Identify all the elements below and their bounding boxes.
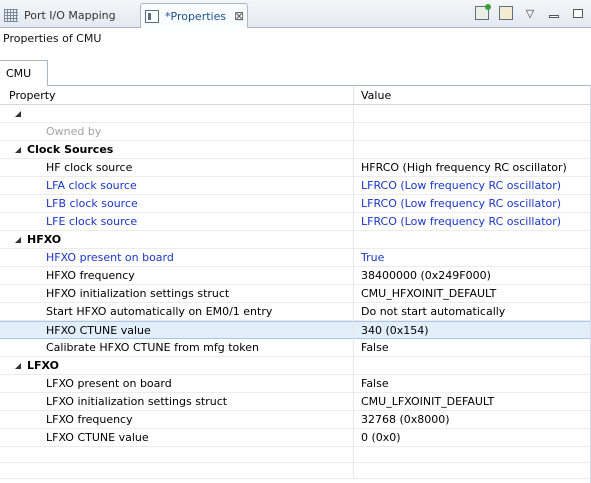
property-cell: LFB clock source <box>0 194 354 213</box>
property-label: LFXO frequency <box>46 413 133 426</box>
property-label: LFB clock source <box>46 197 138 210</box>
expand-toggle-icon[interactable] <box>13 109 22 118</box>
table-row[interactable]: LFE clock source LFRCO (Low frequency RC … <box>0 212 590 231</box>
property-cell: HFXO initialization settings struct <box>0 284 354 303</box>
property-cell: Start HFXO automatically on EM0/1 entry <box>0 302 354 321</box>
property-value[interactable]: LFRCO (Low frequency RC oscillator) <box>354 215 590 228</box>
table-row[interactable]: LFXO CTUNE value 0 (0x0) <box>0 428 590 447</box>
property-cell: HFXO frequency <box>0 266 354 285</box>
table-row[interactable]: HFXO CTUNE value 340 (0x154) <box>0 321 590 339</box>
property-label: LFXO CTUNE value <box>46 431 149 444</box>
property-cell: LFA clock source <box>0 176 354 195</box>
table-row[interactable]: Calibrate HFXO CTUNE from mfg token False <box>0 338 590 357</box>
property-label: LFXO initialization settings struct <box>46 395 228 408</box>
property-label: HFXO present on board <box>46 251 174 264</box>
property-value[interactable]: 0 (0x0) <box>354 431 590 444</box>
property-value[interactable]: False <box>354 377 590 390</box>
property-label: Calibrate HFXO CTUNE from mfg token <box>46 341 259 354</box>
property-cell: LFXO frequency <box>0 410 354 429</box>
group-label: Clock Sources <box>27 143 114 156</box>
table-row[interactable]: Start HFXO automatically on EM0/1 entry D… <box>0 302 590 321</box>
property-label: LFA clock source <box>46 179 137 192</box>
property-cell: Clock Sources <box>0 140 354 159</box>
properties-table: Property Value Owned by Clock Sources HF c… <box>0 86 591 483</box>
column-header-value[interactable]: Value <box>354 86 590 104</box>
table-row[interactable]: LFXO initialization settings struct CMU_L… <box>0 392 590 411</box>
property-cell: LFXO CTUNE value <box>0 428 354 447</box>
group-row[interactable]: HFXO <box>0 230 590 249</box>
property-value[interactable]: True <box>354 251 590 264</box>
property-value[interactable]: 38400000 (0x249F000) <box>354 269 590 282</box>
group-row[interactable]: LFXO <box>0 356 590 375</box>
tab-cmu[interactable]: CMU <box>0 60 48 86</box>
view-toolbar: ▽ <box>475 4 585 20</box>
table-row[interactable]: HF clock source HFRCO (High frequency RC … <box>0 158 590 177</box>
minimize-icon[interactable] <box>547 6 561 20</box>
view-title: Properties of CMU <box>3 32 102 45</box>
tab-label: Port I/O Mapping <box>24 9 116 22</box>
maximize-icon[interactable] <box>571 6 585 20</box>
property-cell: LFXO <box>0 356 354 375</box>
property-label: HFXO frequency <box>46 269 135 282</box>
table-body: Owned by Clock Sources HF clock source HFRC… <box>0 104 590 479</box>
table-row[interactable]: LFXO present on board False <box>0 374 590 393</box>
empty-row <box>0 447 590 463</box>
table-row[interactable]: LFXO frequency 32768 (0x8000) <box>0 410 590 429</box>
view-menu-icon[interactable]: ▽ <box>523 6 537 20</box>
close-icon[interactable]: ⊠ <box>234 9 244 23</box>
property-value[interactable]: Do not start automatically <box>354 305 590 318</box>
property-cell: Calibrate HFXO CTUNE from mfg token <box>0 338 354 357</box>
table-row[interactable]: LFB clock source LFRCO (Low frequency RC … <box>0 194 590 213</box>
property-value[interactable]: LFRCO (Low frequency RC oscillator) <box>354 179 590 192</box>
property-cell: HFXO <box>0 230 354 249</box>
properties-icon <box>145 9 159 23</box>
pin-view-icon[interactable] <box>475 4 491 20</box>
table-row[interactable]: LFA clock source LFRCO (Low frequency RC … <box>0 176 590 195</box>
property-label: LFXO present on board <box>46 377 172 390</box>
property-value[interactable]: 340 (0x154) <box>354 324 590 337</box>
expand-toggle-icon[interactable] <box>13 361 22 370</box>
column-header-property[interactable]: Property <box>0 86 354 104</box>
property-value[interactable]: 32768 (0x8000) <box>354 413 590 426</box>
property-cell: HF clock source <box>0 158 354 177</box>
group-label: HFXO <box>27 233 62 246</box>
view-tab-bar: Port I/O Mapping *Properties ⊠ ▽ <box>0 0 591 28</box>
property-value[interactable]: False <box>354 341 590 354</box>
table-header: Property Value <box>0 86 590 105</box>
property-value[interactable]: HFRCO (High frequency RC oscillator) <box>354 161 590 174</box>
filter-icon[interactable] <box>499 6 513 20</box>
expand-toggle-icon[interactable] <box>13 235 22 244</box>
group-label: LFXO <box>27 359 59 372</box>
subtab-label: CMU <box>6 67 32 80</box>
tab-port-io-mapping[interactable]: Port I/O Mapping <box>0 3 138 28</box>
table-row[interactable]: HFXO present on board True <box>0 248 590 267</box>
table-row[interactable]: HFXO frequency 38400000 (0x249F000) <box>0 266 590 285</box>
property-value[interactable]: LFRCO (Low frequency RC oscillator) <box>354 197 590 210</box>
group-row[interactable]: Clock Sources <box>0 140 590 159</box>
tab-properties[interactable]: *Properties ⊠ <box>140 3 248 28</box>
property-label: LFE clock source <box>46 215 138 228</box>
table-row[interactable]: HFXO initialization settings struct CMU_H… <box>0 284 590 303</box>
property-label: Start HFXO automatically on EM0/1 entry <box>46 305 273 318</box>
group-row[interactable] <box>0 104 590 123</box>
expand-toggle-icon[interactable] <box>13 145 22 154</box>
property-cell: LFXO initialization settings struct <box>0 392 354 411</box>
property-label: HFXO initialization settings struct <box>46 287 230 300</box>
property-label: HFXO CTUNE value <box>46 323 151 337</box>
property-cell <box>0 104 354 123</box>
empty-row <box>0 463 590 479</box>
property-label: HF clock source <box>46 161 133 174</box>
property-value[interactable]: CMU_HFXOINIT_DEFAULT <box>354 287 590 300</box>
property-cell: LFE clock source <box>0 212 354 231</box>
property-cell: HFXO CTUNE value <box>0 321 354 339</box>
property-cell: Owned by <box>0 122 354 141</box>
property-value[interactable]: CMU_LFXOINIT_DEFAULT <box>354 395 590 408</box>
property-cell: LFXO present on board <box>0 374 354 393</box>
tab-label: *Properties <box>165 9 227 23</box>
subtab-bar: CMU <box>0 60 591 86</box>
property-cell: HFXO present on board <box>0 248 354 267</box>
grid-icon <box>4 9 18 22</box>
property-label: Owned by <box>46 125 102 138</box>
table-row[interactable]: Owned by <box>0 122 590 141</box>
